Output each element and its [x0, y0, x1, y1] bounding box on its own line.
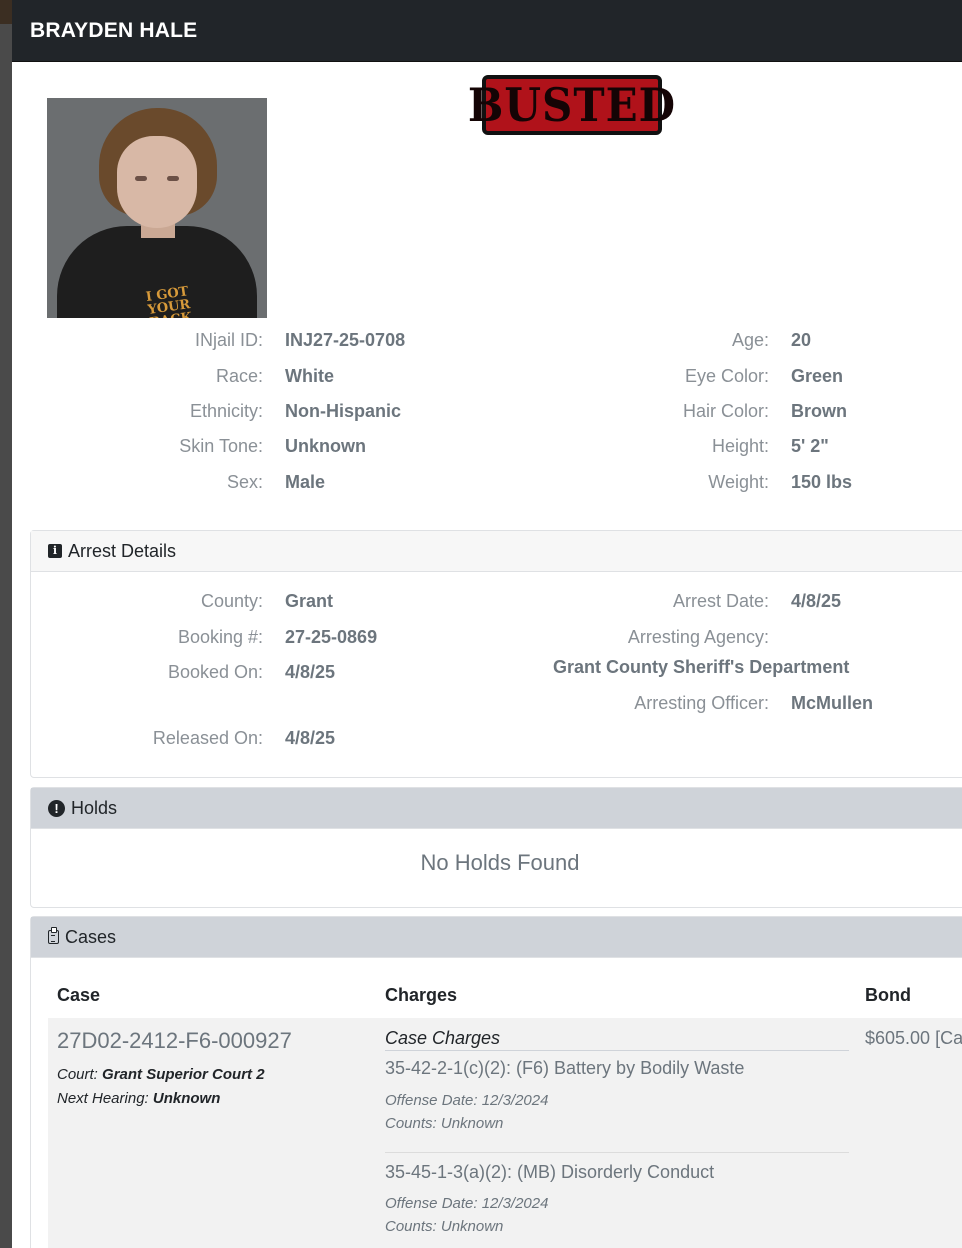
busted-stamp: BUSTED [468, 75, 675, 135]
page-backdrop [0, 0, 12, 1248]
detail-row: Sex: Male Weight: 150 lbs [12, 470, 962, 494]
modal-header: BRAYDEN HALE [12, 0, 962, 62]
booked-on-label: Booked On: [167, 662, 263, 682]
arrest-date-value: 4/8/25 [791, 591, 842, 611]
column-header-bond: Bond [865, 985, 911, 1005]
charge-offense-date: Offense Date: 12/3/2024 [385, 1092, 549, 1109]
no-holds-message: No Holds Found [420, 850, 580, 875]
arresting-officer-value: McMullen [791, 693, 874, 713]
clipboard-icon [48, 927, 59, 944]
eye-color-value: Green [791, 366, 844, 386]
inmate-detail-modal: BRAYDEN HALE I GOT YOURBACK BUSTED INjai… [12, 0, 962, 1248]
age-label: Age: [731, 330, 769, 350]
column-header-charges: Charges [385, 985, 458, 1005]
case-number: 27D02-2412-F6-000927 [57, 1028, 292, 1053]
case-next-hearing: Next Hearing: Unknown [57, 1090, 221, 1107]
arrest-row: County: Grant Arrest Date: 4/8/25 [12, 589, 962, 613]
released-on-value: 4/8/25 [285, 728, 336, 748]
column-header-case: Case [57, 985, 101, 1005]
height-value: 5' 2" [791, 436, 829, 456]
charge-counts: Counts: Unknown [385, 1115, 504, 1132]
case-court: Court: Grant Superior Court 2 [57, 1066, 265, 1083]
weight-label: Weight: [708, 472, 769, 492]
bond-amount: $605.00 [Cas [865, 1028, 962, 1048]
eye-color-label: Eye Color: [684, 366, 769, 386]
arrest-row: Booking #: 27-25-0869 Arresting Agency: [12, 625, 962, 649]
arresting-officer-label: Arresting Officer: [634, 693, 769, 713]
arresting-agency-label: Arresting Agency: [627, 627, 769, 647]
arrest-row: Released On: 4/8/25 [12, 726, 412, 750]
released-on-label: Released On: [152, 728, 263, 748]
holds-card: ! Holds No Holds Found [30, 787, 962, 908]
arrest-date-label: Arrest Date: [672, 591, 769, 611]
exclamation-icon: ! [48, 799, 65, 817]
mugshot-photo: I GOT YOURBACK [47, 98, 267, 318]
cases-header: Cases [31, 917, 962, 958]
arrest-row: Arresting Officer: McMullen [12, 691, 962, 715]
charge-divider [385, 1152, 849, 1153]
detail-row: Race: White Eye Color: Green [12, 364, 962, 388]
booked-on-value: 4/8/25 [285, 662, 336, 682]
detail-row: Skin Tone: Unknown Height: 5' 2" [12, 434, 962, 458]
detail-row: INjail ID: INJ27-25-0708 Age: 20 [12, 328, 962, 352]
info-icon: i [48, 544, 62, 558]
holds-title: Holds [71, 797, 118, 818]
arrest-details-title: Arrest Details [68, 540, 177, 561]
age-value: 20 [791, 330, 812, 350]
holds-header: ! Holds [31, 788, 962, 829]
case-charges-heading: Case Charges [385, 1028, 849, 1051]
arrest-row: Booked On: 4/8/25 [12, 660, 335, 684]
charge-title: 35-42-2-1(c)(2): (F6) Battery by Bodily … [385, 1058, 745, 1078]
hair-color-value: Brown [791, 401, 847, 421]
cases-title: Cases [65, 926, 117, 947]
charge-counts: Counts: Unknown [385, 1218, 504, 1235]
detail-row: Ethnicity: Non-Hispanic Hair Color: Brow… [12, 399, 962, 423]
charge-offense-date: Offense Date: 12/3/2024 [385, 1195, 549, 1212]
inmate-name-title: BRAYDEN HALE [30, 18, 198, 42]
height-label: Height: [711, 436, 769, 456]
arrest-details-header: i Arrest Details [31, 531, 962, 572]
arresting-agency-value: Grant County Sheriff's Department [553, 657, 850, 677]
charge-title: 35-45-1-3(a)(2): (MB) Disorderly Conduct [385, 1162, 715, 1182]
weight-value: 150 lbs [791, 472, 853, 492]
hair-color-label: Hair Color: [682, 401, 769, 421]
